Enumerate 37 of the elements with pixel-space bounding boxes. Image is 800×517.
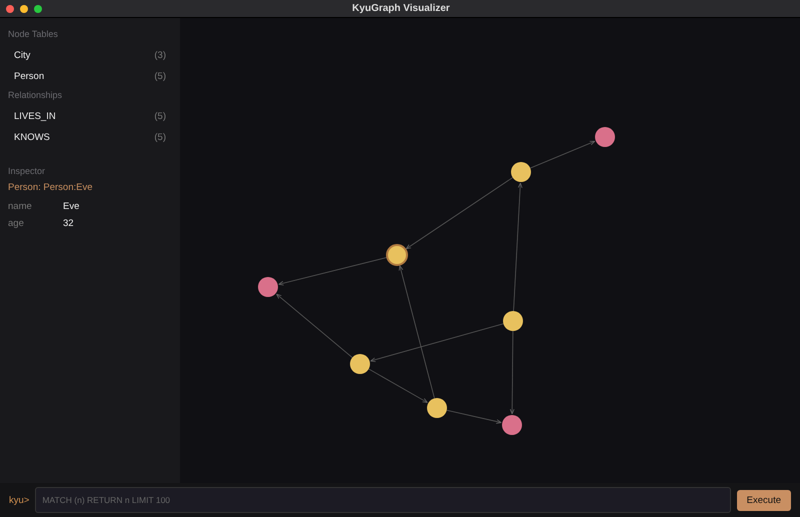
item-count: (5) bbox=[154, 111, 166, 122]
property-value: Eve bbox=[63, 201, 80, 212]
property-value: 32 bbox=[63, 218, 74, 229]
window-title: KyuGraph Visualizer bbox=[351, 3, 451, 14]
graph-node[interactable] bbox=[595, 127, 615, 147]
table-list-item[interactable]: Person (5) bbox=[8, 66, 172, 87]
table-name: KNOWS bbox=[14, 132, 50, 143]
property-key: age bbox=[8, 218, 63, 229]
close-icon[interactable] bbox=[6, 4, 14, 12]
table-name: Person bbox=[14, 71, 44, 82]
graph-node[interactable] bbox=[511, 162, 531, 182]
execute-button[interactable]: Execute bbox=[736, 490, 791, 510]
table-list-item[interactable]: KNOWS (5) bbox=[8, 127, 172, 148]
edge-arrow bbox=[446, 410, 502, 424]
edge-arrow bbox=[530, 140, 596, 169]
graph-node[interactable] bbox=[350, 354, 370, 374]
section-heading: Inspector bbox=[8, 166, 46, 176]
item-count: (3) bbox=[154, 50, 166, 61]
item-count: (5) bbox=[154, 132, 166, 143]
property-key: name bbox=[8, 201, 63, 212]
query-field[interactable]: MATCH (n) RETURN n LIMIT 100 bbox=[35, 487, 731, 513]
graph-node[interactable] bbox=[427, 398, 447, 418]
maximize-icon[interactable] bbox=[34, 4, 42, 12]
graph-node[interactable] bbox=[502, 415, 522, 435]
prompt-label: kyu> bbox=[9, 494, 30, 506]
section-heading: Relationships bbox=[8, 90, 64, 100]
table-list-item[interactable]: LIVES_IN (5) bbox=[8, 106, 172, 127]
graph-node[interactable] bbox=[503, 311, 523, 331]
minimize-icon[interactable] bbox=[20, 4, 28, 12]
graph-node[interactable] bbox=[386, 244, 408, 266]
item-count: (5) bbox=[154, 71, 166, 82]
table-name: City bbox=[14, 50, 30, 61]
section-heading: Node Tables bbox=[8, 29, 59, 39]
graph-node[interactable] bbox=[258, 277, 278, 297]
table-list-item[interactable]: City (3) bbox=[8, 45, 172, 66]
table-name: LIVES_IN bbox=[14, 111, 56, 122]
inspector-title: Person: Person:Eve bbox=[8, 182, 94, 193]
